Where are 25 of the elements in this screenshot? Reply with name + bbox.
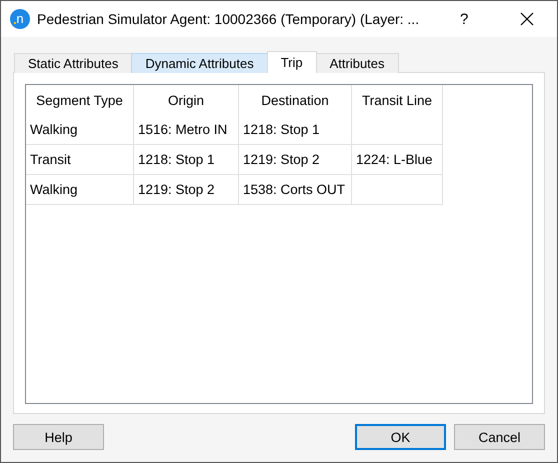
help-glyph[interactable]: ? — [460, 10, 480, 28]
column-header: Segment Type — [26, 85, 134, 115]
table-cell: 1219: Stop 2 — [134, 175, 239, 205]
table-cell: Transit — [26, 145, 134, 175]
tab[interactable]: Static Attributes — [14, 53, 132, 73]
table-cell: 1218: Stop 1 — [239, 115, 352, 145]
tab[interactable]: Dynamic Attributes — [131, 53, 268, 73]
tab[interactable]: Trip — [266, 51, 317, 73]
column-header: Transit Line — [352, 85, 443, 115]
close-icon[interactable] — [520, 12, 534, 26]
column-header: Destination — [239, 85, 352, 115]
table-cell: Walking — [26, 175, 134, 205]
table-cell: 1224: L-Blue — [352, 145, 443, 175]
app-logo: n — [10, 9, 30, 29]
table-cell: 1218: Stop 1 — [134, 145, 239, 175]
dialog-button[interactable]: OK — [355, 424, 446, 450]
column-header: Origin — [134, 85, 239, 115]
dialog-button[interactable]: Cancel — [454, 424, 545, 450]
table-cell: Walking — [26, 115, 134, 145]
tab[interactable]: Attributes — [316, 53, 399, 73]
window-title: Pedestrian Simulator Agent: 10002366 (Temporary) (Layer: ... — [37, 11, 420, 27]
table-cell: 1219: Stop 2 — [239, 145, 352, 175]
table-cell: 1516: Metro IN — [134, 115, 239, 145]
dialog-button[interactable]: Help — [13, 424, 104, 450]
table-cell: 1538: Corts OUT — [239, 175, 352, 205]
